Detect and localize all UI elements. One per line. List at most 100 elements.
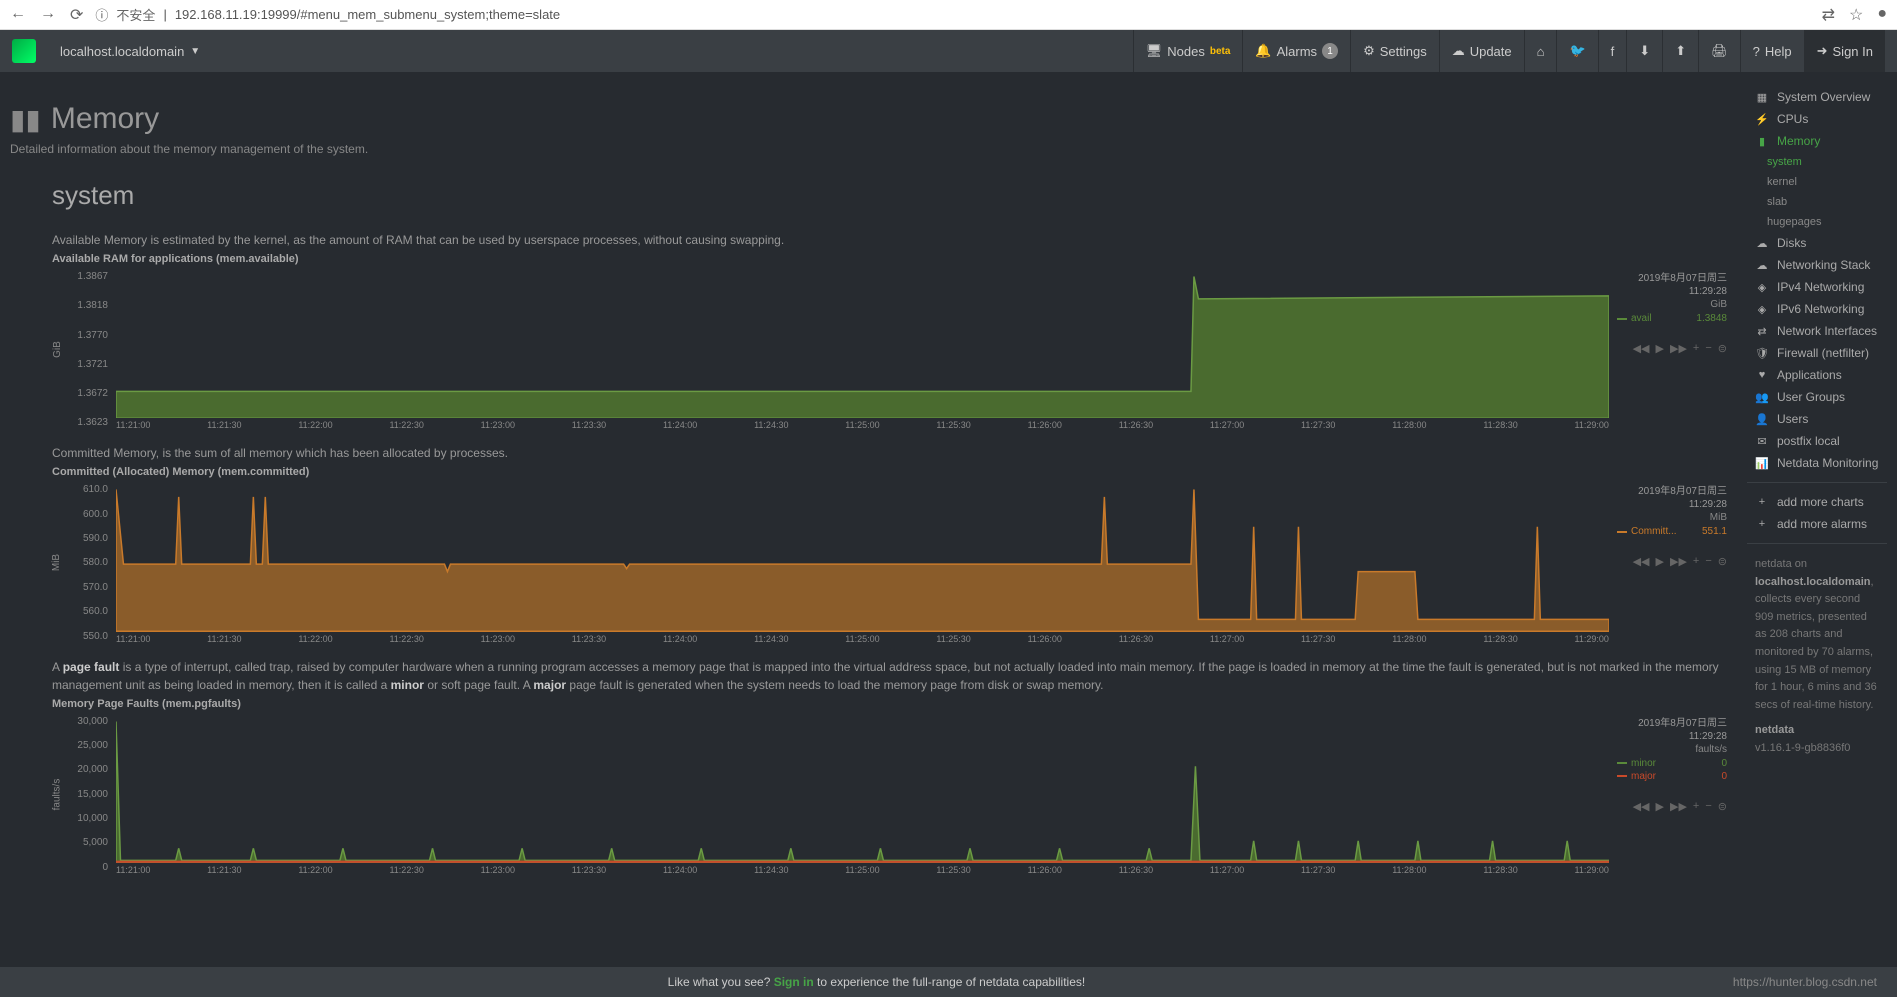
hostname-dropdown[interactable]: localhost.localdomain ▼ <box>60 44 200 59</box>
plus-icon: + <box>1755 496 1769 508</box>
alarms-button[interactable]: 🔔 Alarms 1 <box>1242 30 1350 72</box>
caret-down-icon: ▼ <box>190 46 200 57</box>
play-icon[interactable]: ▶ <box>1656 342 1664 355</box>
settings-button[interactable]: ⚙ Settings <box>1350 30 1439 72</box>
sidebar-item-applications[interactable]: ♥Applications <box>1747 364 1887 386</box>
play-icon[interactable]: ▶ <box>1656 800 1664 813</box>
legend-value: 0 <box>1721 758 1727 769</box>
reset-icon[interactable]: ⊜ <box>1718 800 1727 813</box>
browser-reload-icon[interactable]: ⟳ <box>70 5 83 25</box>
download-icon: ⬇ <box>1639 43 1650 59</box>
sidebar-item-user-groups[interactable]: 👥User Groups <box>1747 386 1887 408</box>
sidebar-item-disks[interactable]: ☁Disks <box>1747 232 1887 254</box>
legend-row[interactable]: Committ... 551.1 <box>1617 526 1727 537</box>
alarm-count-badge: 1 <box>1322 43 1338 59</box>
reset-icon[interactable]: ⊜ <box>1718 555 1727 568</box>
zoom-in-icon[interactable]: + <box>1693 800 1699 813</box>
add-more-charts[interactable]: +add more charts <box>1747 491 1887 513</box>
play-icon[interactable]: ▶ <box>1656 555 1664 568</box>
url-bar[interactable]: ⓘ 不安全 | 192.168.11.19:19999/#menu_mem_su… <box>95 5 1809 24</box>
legend-row[interactable]: avail 1.3848 <box>1617 313 1727 324</box>
sidebar-subitem-hugepages[interactable]: hugepages <box>1747 212 1887 232</box>
twitter-link[interactable]: 🐦 <box>1556 30 1597 72</box>
help-button[interactable]: ? Help <box>1740 30 1804 72</box>
user-avatar-icon[interactable]: ● <box>1877 5 1887 25</box>
nodes-button[interactable]: 🖥 Nodes beta <box>1133 30 1243 72</box>
sidebar-item-networking-stack[interactable]: ☁Networking Stack <box>1747 254 1887 276</box>
forward-icon[interactable]: ▶▶ <box>1670 342 1687 355</box>
sidebar-item-ipv4-networking[interactable]: ◈IPv4 Networking <box>1747 276 1887 298</box>
download-button[interactable]: ⬇ <box>1626 30 1662 72</box>
sidebar-item-users[interactable]: 👤Users <box>1747 408 1887 430</box>
upload-icon: ⬆ <box>1675 43 1686 59</box>
sidebar-item-netdata-monitoring[interactable]: 📊Netdata Monitoring <box>1747 452 1887 474</box>
legend-row-minor[interactable]: minor 0 <box>1617 758 1727 769</box>
sidebar-icon: 👥 <box>1755 391 1769 404</box>
legend-row-major[interactable]: major 0 <box>1617 771 1727 782</box>
print-button[interactable]: 🖨 <box>1698 30 1740 72</box>
sidebar-subitem-system[interactable]: system <box>1747 152 1887 172</box>
signin-button[interactable]: ➜ Sign In <box>1804 30 1885 72</box>
browser-back-icon[interactable]: ← <box>10 5 26 25</box>
chart-svg[interactable] <box>116 714 1609 863</box>
cloud-download-icon: ☁ <box>1452 43 1465 59</box>
legend-color <box>1617 762 1627 764</box>
chart-timestamp-date: 2019年8月07日周三 <box>1617 714 1727 729</box>
signin-label: Sign In <box>1833 44 1873 59</box>
chart-svg[interactable] <box>116 482 1609 631</box>
footer-bar: Like what you see? Sign in to experience… <box>0 967 1897 997</box>
forward-icon[interactable]: ▶▶ <box>1670 555 1687 568</box>
add-more-alarms[interactable]: +add more alarms <box>1747 513 1887 535</box>
signin-icon: ➜ <box>1817 43 1828 59</box>
x-labels: 11:21:0011:21:3011:22:0011:22:3011:23:00… <box>116 865 1609 875</box>
chart-title: Available RAM for applications (mem.avai… <box>52 253 1727 265</box>
sidebar-subitem-slab[interactable]: slab <box>1747 192 1887 212</box>
chart-controls: ◀◀▶▶▶+−⊜ <box>1617 555 1727 568</box>
zoom-out-icon[interactable]: − <box>1705 555 1711 568</box>
zoom-out-icon[interactable]: − <box>1705 800 1711 813</box>
sidebar-icon: 📊 <box>1755 457 1769 470</box>
sidebar-item-postfix-local[interactable]: ✉postfix local <box>1747 430 1887 452</box>
chart-timestamp-date: 2019年8月07日周三 <box>1617 482 1727 497</box>
rewind-icon[interactable]: ◀◀ <box>1633 555 1650 568</box>
browser-chrome: ← → ⟳ ⓘ 不安全 | 192.168.11.19:19999/#menu_… <box>0 0 1897 30</box>
insecure-label: 不安全 <box>116 5 155 24</box>
github-link[interactable]: ⌂ <box>1524 30 1557 72</box>
zoom-in-icon[interactable]: + <box>1693 342 1699 355</box>
bookmark-icon[interactable]: ☆ <box>1849 5 1863 25</box>
memory-icon: ▮▮ <box>10 103 41 136</box>
print-icon: 🖨 <box>1711 43 1728 59</box>
upload-button[interactable]: ⬆ <box>1662 30 1698 72</box>
forward-icon[interactable]: ▶▶ <box>1670 800 1687 813</box>
netdata-logo[interactable] <box>12 39 36 63</box>
zoom-out-icon[interactable]: − <box>1705 342 1711 355</box>
footer-signin-link[interactable]: Sign in <box>774 975 814 989</box>
legend-value: 551.1 <box>1702 526 1727 537</box>
legend-name: avail <box>1631 313 1652 324</box>
sidebar-item-cpus[interactable]: ⚡CPUs <box>1747 108 1887 130</box>
translate-icon[interactable]: ⇄ <box>1822 5 1835 25</box>
sidebar-item-firewall-netfilter-[interactable]: 🛡Firewall (netfilter) <box>1747 342 1887 364</box>
plus-icon: + <box>1755 518 1769 530</box>
gear-icon: ⚙ <box>1363 43 1375 59</box>
netdata-stats: netdata on localhost.localdomain, collec… <box>1747 552 1887 718</box>
monitor-icon: 🖥 <box>1146 43 1163 59</box>
zoom-in-icon[interactable]: + <box>1693 555 1699 568</box>
sidebar-item-system-overview[interactable]: ▦System Overview <box>1747 86 1887 108</box>
chart-svg[interactable] <box>116 269 1609 418</box>
sidebar-icon: ♥ <box>1755 369 1769 381</box>
yaxis-label: GiB <box>52 341 63 358</box>
browser-forward-icon[interactable]: → <box>40 5 56 25</box>
update-button[interactable]: ☁ Update <box>1439 30 1524 72</box>
sidebar-item-network-interfaces[interactable]: ⇄Network Interfaces <box>1747 320 1887 342</box>
sidebar-item-memory[interactable]: ▮Memory <box>1747 130 1887 152</box>
rewind-icon[interactable]: ◀◀ <box>1633 342 1650 355</box>
rewind-icon[interactable]: ◀◀ <box>1633 800 1650 813</box>
sidebar-icon: ◈ <box>1755 281 1769 294</box>
sidebar-icon: 👤 <box>1755 413 1769 426</box>
sidebar-subitem-kernel[interactable]: kernel <box>1747 172 1887 192</box>
reset-icon[interactable]: ⊜ <box>1718 342 1727 355</box>
sidebar-item-ipv6-networking[interactable]: ◈IPv6 Networking <box>1747 298 1887 320</box>
facebook-link[interactable]: f <box>1598 30 1627 72</box>
y-labels: 1.38671.38181.37701.37211.36721.3623 <box>70 269 108 430</box>
